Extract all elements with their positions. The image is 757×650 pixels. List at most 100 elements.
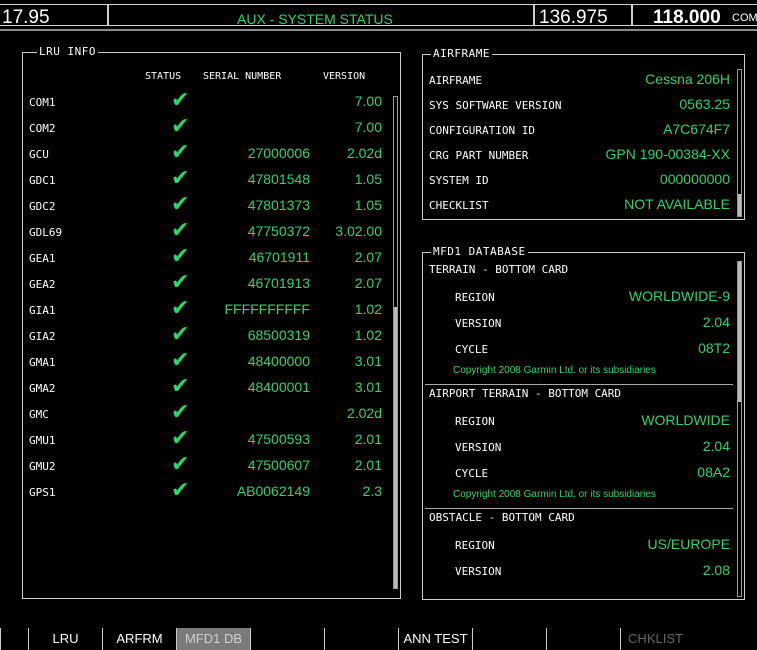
airframe-label: SYSTEM ID — [429, 174, 489, 187]
status-check-icon: ✔ — [171, 400, 190, 425]
db-value: WORLDWIDE-9 — [628, 288, 730, 304]
status-check-icon: ✔ — [171, 88, 190, 113]
lru-serial: 46701913 — [247, 275, 310, 291]
lru-name: GIA2 — [29, 330, 56, 343]
lru-serial: 47500607 — [247, 457, 310, 473]
top-status-bar: 17.95 AUX - SYSTEM STATUS 136.975 118.00… — [0, 0, 757, 30]
section-heading: OBSTACLE - BOTTOM CARD — [429, 511, 575, 524]
lru-name: GDL69 — [29, 226, 63, 239]
status-check-icon: ✔ — [171, 374, 190, 399]
lru-row[interactable]: GDL69 ✔ 47750372 3.02.00 — [23, 219, 400, 245]
com-active-frequency: 136.975 — [539, 7, 608, 28]
softkey-blank-4[interactable] — [250, 628, 324, 650]
softkey-ann-test[interactable]: ANN TEST — [398, 628, 472, 650]
lru-row[interactable]: COM1 ✔ 7.00 — [23, 89, 400, 115]
lru-serial: 47801373 — [247, 197, 310, 213]
nav-frequency-box: 17.95 — [0, 4, 108, 28]
db-value: 08A2 — [697, 464, 730, 480]
lru-name: GDC1 — [29, 174, 56, 187]
softkey-blank-5[interactable] — [324, 628, 398, 650]
lru-version: 3.02.00 — [335, 223, 382, 239]
db-label: CYCLE — [455, 343, 489, 356]
lru-row[interactable]: GPS1 ✔ AB0062149 2.3 — [23, 479, 400, 505]
softkey-blank-8[interactable] — [546, 628, 620, 650]
lru-version: 2.02d — [346, 405, 382, 421]
lru-row[interactable]: GDC2 ✔ 47801373 1.05 — [23, 193, 400, 219]
db-value: 08T2 — [698, 340, 730, 356]
airframe-row: AIRFRAME Cessna 206H — [423, 67, 744, 93]
lru-row[interactable]: GDC1 ✔ 47801548 1.05 — [23, 167, 400, 193]
lru-name: GPS1 — [29, 486, 56, 499]
softkey-chklist[interactable]: CHKLIST — [620, 628, 690, 650]
lru-row[interactable]: GEA2 ✔ 46701913 2.07 — [23, 271, 400, 297]
serial-number-header: SERIAL NUMBER — [203, 71, 282, 82]
section-heading: TERRAIN - BOTTOM CARD — [429, 263, 569, 276]
softkey-blank-0[interactable] — [0, 628, 28, 650]
db-value: 2.08 — [702, 562, 730, 578]
status-check-icon: ✔ — [171, 478, 190, 503]
lru-version: 2.3 — [362, 483, 382, 499]
mfd1-database-scrollbar-thumb[interactable] — [738, 262, 741, 402]
db-label: CYCLE — [455, 467, 489, 480]
lru-row[interactable]: GIA1 ✔ FFFFFFFFFF 1.02 — [23, 297, 400, 323]
airframe-row: CHECKLIST NOT AVAILABLE — [423, 192, 744, 218]
lru-name: GCU — [29, 148, 49, 161]
db-label: REGION — [455, 415, 495, 428]
db-label: VERSION — [455, 441, 502, 454]
airframe-panel: AIRFRAME AIRFRAME Cessna 206H SYS SOFTWARE… — [422, 47, 745, 220]
lru-version: 1.02 — [354, 301, 382, 317]
com-active-box[interactable]: 136.975 — [534, 4, 632, 28]
lru-version: 2.01 — [354, 431, 382, 447]
lru-serial: 68500319 — [247, 327, 310, 343]
airframe-label: CONFIGURATION ID — [429, 124, 535, 137]
status-check-icon: ✔ — [171, 192, 190, 217]
lru-version: 7.00 — [354, 119, 382, 135]
com-standby-box[interactable]: 118.000 COM — [632, 4, 757, 28]
lru-row[interactable]: GMA1 ✔ 48400000 3.01 — [23, 349, 400, 375]
softkey-arfrm[interactable]: ARFRM — [102, 628, 176, 650]
mfd1-database-scrollbar[interactable] — [737, 261, 742, 597]
softkey-mfd1-db[interactable]: MFD1 DB — [176, 628, 250, 650]
status-check-icon: ✔ — [171, 322, 190, 347]
nav-frequency: 17.95 — [2, 7, 50, 28]
status-check-icon: ✔ — [171, 348, 190, 373]
status-check-icon: ✔ — [171, 244, 190, 269]
copyright-text: Copyright 2008 Garmin Ltd. or its subsid… — [453, 365, 656, 376]
section-divider — [425, 508, 733, 509]
airframe-value: Cessna 206H — [645, 71, 730, 87]
lru-name: GEA2 — [29, 278, 56, 291]
lru-serial: 46701911 — [248, 249, 310, 265]
lru-name: COM1 — [29, 96, 56, 109]
airframe-label: CRG PART NUMBER — [429, 149, 529, 162]
lru-row[interactable]: GMU1 ✔ 47500593 2.01 — [23, 427, 400, 453]
lru-info-panel: LRU INFO STATUS SERIAL NUMBER VERSION CO… — [22, 45, 401, 599]
airframe-row: SYSTEM ID 000000000 — [423, 167, 744, 193]
softkey-blank-7[interactable] — [472, 628, 546, 650]
status-check-icon: ✔ — [171, 140, 190, 165]
lru-scrollbar[interactable] — [393, 96, 398, 589]
db-label: VERSION — [455, 565, 502, 578]
lru-version: 3.01 — [354, 379, 382, 395]
airframe-scrollbar[interactable] — [737, 69, 742, 217]
lru-row[interactable]: GCU ✔ 27000006 2.02d — [23, 141, 400, 167]
lru-row[interactable]: GMA2 ✔ 48400001 3.01 — [23, 375, 400, 401]
status-check-icon: ✔ — [171, 296, 190, 321]
lru-version: 1.05 — [354, 197, 382, 213]
lru-row[interactable]: GMU2 ✔ 47500607 2.01 — [23, 453, 400, 479]
lru-serial: 27000006 — [247, 145, 310, 161]
db-label: VERSION — [455, 317, 502, 330]
lru-scrollbar-thumb[interactable] — [394, 307, 397, 588]
lru-row[interactable]: GMC ✔ 2.02d — [23, 401, 400, 427]
lru-row[interactable]: COM2 ✔ 7.00 — [23, 115, 400, 141]
lru-row[interactable]: GIA2 ✔ 68500319 1.02 — [23, 323, 400, 349]
lru-serial: FFFFFFFFFF — [224, 301, 310, 317]
lru-version: 7.00 — [354, 93, 382, 109]
mfd1-database-title: MFD1 DATABASE — [431, 245, 528, 258]
lru-version: 2.07 — [354, 249, 382, 265]
lru-name: GMU2 — [29, 460, 56, 473]
airframe-title: AIRFRAME — [431, 47, 492, 60]
airframe-label: CHECKLIST — [429, 199, 489, 212]
softkey-lru[interactable]: LRU — [28, 628, 102, 650]
lru-row[interactable]: GEA1 ✔ 46701911 2.07 — [23, 245, 400, 271]
airframe-scrollbar-thumb[interactable] — [738, 194, 741, 216]
